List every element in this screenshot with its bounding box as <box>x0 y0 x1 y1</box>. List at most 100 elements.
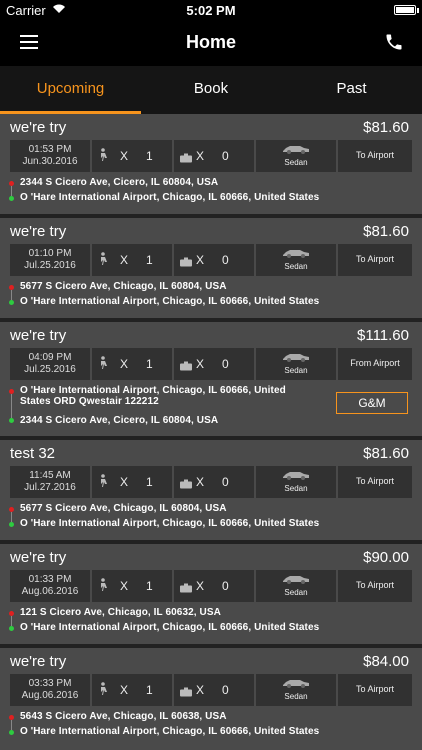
datetime-cell: 01:33 PM Aug.06.2016 <box>10 570 90 602</box>
dropoff-marker-icon <box>9 522 14 527</box>
trip-time: 01:10 PM <box>28 248 72 259</box>
trip-card[interactable]: we're try $81.60 01:53 PM Jun.30.2016 X 1… <box>0 114 422 218</box>
trip-card[interactable]: we're try $81.60 01:10 PM Jul.25.2016 X 1… <box>0 218 422 322</box>
tab-bar: Upcoming Book Past <box>0 66 422 114</box>
dropoff-marker-icon <box>9 300 14 305</box>
vehicle-cell: Sedan <box>256 348 336 380</box>
luggage-cell: X 0 <box>174 348 254 380</box>
trip-price: $111.60 <box>357 327 409 344</box>
passenger-icon <box>101 578 107 591</box>
vehicle-type: Sedan <box>284 692 308 701</box>
passengers-x: X <box>120 475 129 489</box>
passenger-count: 1 <box>146 683 153 697</box>
trip-card[interactable]: test 32 $81.60 11:45 AM Jul.27.2016 X 1 X… <box>0 440 422 544</box>
navigation-bar: Home <box>0 20 422 66</box>
trip-name: we're try <box>10 223 67 240</box>
trip-name: we're try <box>10 327 67 344</box>
trip-info-row: 04:09 PM Jul.25.2016 X 1 X 0 Sedan From A… <box>10 348 412 380</box>
dropoff-address: O 'Hare International Airport, Chicago, … <box>20 518 320 529</box>
passengers-x: X <box>120 253 129 267</box>
trip-card[interactable]: we're try $84.00 03:33 PM Aug.06.2016 X 1… <box>0 648 422 750</box>
vehicle-type: Sedan <box>284 158 308 167</box>
passengers-x: X <box>120 149 129 163</box>
trip-time: 01:53 PM <box>28 144 72 155</box>
pickup-address: 2344 S Cicero Ave, Cicero, IL 60804, USA <box>20 177 219 188</box>
tab-book[interactable]: Book <box>141 66 281 114</box>
page-title: Home <box>185 32 236 52</box>
tab-past[interactable]: Past <box>281 66 422 114</box>
vehicle-cell: Sedan <box>256 570 336 602</box>
direction-cell: To Airport <box>338 140 412 172</box>
dropoff-address: O 'Hare International Airport, Chicago, … <box>20 622 320 633</box>
trip-price: $81.60 <box>363 223 409 240</box>
trip-direction: To Airport <box>355 254 395 264</box>
passengers-cell: X 1 <box>92 140 172 172</box>
dropoff-marker-icon <box>9 626 14 631</box>
pickup-address: 5677 S Cicero Ave, Chicago, IL 60804, US… <box>20 503 227 514</box>
trip-info-row: 11:45 AM Jul.27.2016 X 1 X 0 Sedan To Air… <box>10 466 412 498</box>
trip-card[interactable]: we're try $90.00 01:33 PM Aug.06.2016 X 1… <box>0 544 422 648</box>
tab-upcoming[interactable]: Upcoming <box>0 66 141 114</box>
luggage-count: 0 <box>222 149 229 163</box>
route-line <box>11 186 12 196</box>
luggage-cell: X 0 <box>174 140 254 172</box>
datetime-cell: 11:45 AM Jul.27.2016 <box>10 466 90 498</box>
pickup-address-line-1: O 'Hare International Airport, Chicago, … <box>20 385 286 396</box>
route-line <box>11 720 12 730</box>
sedan-icon <box>283 680 309 688</box>
passenger-count: 1 <box>146 357 153 371</box>
direction-cell: To Airport <box>338 570 412 602</box>
trip-date: Jul.27.2016 <box>24 482 76 493</box>
sedan-icon <box>283 250 309 258</box>
passengers-x: X <box>120 357 129 371</box>
luggage-icon <box>180 583 192 593</box>
passenger-count: 1 <box>146 149 153 163</box>
trip-time: 03:33 PM <box>28 678 72 689</box>
trip-price: $81.60 <box>363 119 409 136</box>
trip-card[interactable]: we're try $111.60 04:09 PM Jul.25.2016 X … <box>0 322 422 440</box>
luggage-count: 0 <box>222 683 229 697</box>
luggage-x: X <box>196 253 205 267</box>
luggage-icon <box>180 361 192 371</box>
sedan-icon <box>283 354 309 362</box>
pickup-address: 5643 S Cicero Ave, Chicago, IL 60638, US… <box>20 711 227 722</box>
passengers-cell: X 1 <box>92 466 172 498</box>
vehicle-cell: Sedan <box>256 140 336 172</box>
trip-date: Aug.06.2016 <box>21 586 79 597</box>
datetime-cell: 01:53 PM Jun.30.2016 <box>10 140 90 172</box>
passengers-cell: X 1 <box>92 348 172 380</box>
trip-name: we're try <box>10 549 67 566</box>
trip-direction: To Airport <box>355 684 395 694</box>
passenger-icon <box>101 252 107 265</box>
trip-direction: From Airport <box>350 358 400 368</box>
trip-name: test 32 <box>10 445 56 462</box>
passenger-count: 1 <box>146 475 153 489</box>
trip-info-row: 03:33 PM Aug.06.2016 X 1 X 0 Sedan To Air… <box>10 674 412 706</box>
vehicle-cell: Sedan <box>256 244 336 276</box>
vehicle-type: Sedan <box>284 588 308 597</box>
trip-date: Aug.06.2016 <box>21 690 79 701</box>
vehicle-type: Sedan <box>284 262 308 271</box>
vehicle-cell: Sedan <box>256 466 336 498</box>
luggage-cell: X 0 <box>174 244 254 276</box>
trip-price: $81.60 <box>363 445 409 462</box>
luggage-icon <box>180 479 192 489</box>
direction-cell: To Airport <box>338 674 412 706</box>
direction-cell: To Airport <box>338 244 412 276</box>
trip-info-row: 01:33 PM Aug.06.2016 X 1 X 0 Sedan To Air… <box>10 570 412 602</box>
datetime-cell: 04:09 PM Jul.25.2016 <box>10 348 90 380</box>
trip-direction: To Airport <box>355 580 395 590</box>
luggage-cell: X 0 <box>174 570 254 602</box>
luggage-icon <box>180 153 192 163</box>
luggage-icon <box>180 687 192 697</box>
pickup-address: 5677 S Cicero Ave, Chicago, IL 60804, US… <box>20 281 227 292</box>
dropoff-address: O 'Hare International Airport, Chicago, … <box>20 192 320 203</box>
luggage-x: X <box>196 579 205 593</box>
datetime-cell: 03:33 PM Aug.06.2016 <box>10 674 90 706</box>
direction-cell: From Airport <box>338 348 412 380</box>
gm-button[interactable]: G&M <box>336 392 408 414</box>
status-bar: Carrier 5:02 PM <box>0 0 422 20</box>
phone-icon[interactable] <box>384 32 404 52</box>
dropoff-address: O 'Hare International Airport, Chicago, … <box>20 296 320 307</box>
sedan-icon <box>283 472 309 480</box>
